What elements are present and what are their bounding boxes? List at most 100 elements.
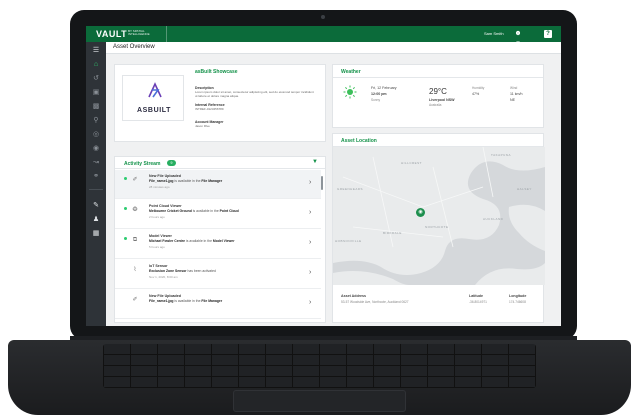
map-label: NORTHCOTE [425, 225, 449, 229]
activity-item-target[interactable]: Point Cloud [220, 209, 239, 213]
activity-item-target[interactable]: File Manager [201, 299, 222, 303]
unread-dot [124, 177, 127, 180]
activity-item-connector: has been activated [186, 269, 216, 273]
unread-dot [124, 207, 127, 210]
activity-item-title: Point Cloud Viewer [149, 204, 182, 208]
asset-title: asBuilt Showcase [195, 69, 238, 75]
activity-item-time: 2 hours ago [149, 215, 165, 219]
chevron-right-icon[interactable]: › [309, 209, 311, 216]
sun-icon [343, 85, 357, 99]
location-title: Asset Location [341, 138, 377, 144]
activity-item[interactable]: ❂ Point Cloud Viewer Melbourne Cricket Gro… [115, 200, 321, 229]
sensor-icon: ⌇ [133, 267, 137, 273]
weather-title: Weather [341, 69, 361, 75]
latitude-label: Latitude [469, 294, 483, 298]
activity-item-connector: is available in the [191, 209, 220, 213]
app-screen: VAULT BY SPATIAL INTELLIGENCE Sam Smith … [86, 26, 561, 326]
latitude-value: -36.8014971 [469, 300, 487, 304]
map-land [333, 147, 545, 285]
sidebar: ☰ ⌂ ↺ ▣ ▩ ⚲ ◎ ◉ ↝ ⚭ ✎ ♟ ▦ [86, 42, 106, 326]
map-label: BIRKDALE [383, 231, 402, 235]
divider [166, 26, 167, 42]
activity-item-title: New File Uploaded [149, 294, 181, 298]
map-pin-icon[interactable]: ◉ [416, 208, 425, 217]
paperclip-icon: ✐ [132, 177, 138, 183]
activity-item[interactable]: ✐ New File Uploaded File_name1.jpg is avai… [115, 170, 321, 199]
sidebar-divider [89, 189, 103, 190]
chevron-right-icon[interactable]: › [309, 299, 311, 306]
sensor-icon[interactable]: ↝ [86, 157, 106, 169]
user-name[interactable]: Sam Smith [484, 31, 504, 36]
webcam [321, 15, 325, 19]
activity-item-message: Michael Fowler Centre is available in th… [149, 239, 235, 243]
activity-item-target[interactable]: Model Viewer [213, 239, 235, 243]
asbuilt-mark-icon [148, 82, 162, 98]
laptop-base [8, 340, 631, 415]
weather-country: Australia [429, 103, 442, 107]
activity-stream-card: Activity Stream 9 ▼ ✐ New File Uploaded Fi… [114, 156, 326, 323]
weather-date: Fri, 12 February [371, 86, 397, 90]
activity-item-message: File_name1.jpg is available in the File … [149, 179, 222, 183]
camera-icon[interactable]: ▩ [86, 101, 106, 113]
edit-icon[interactable]: ✎ [86, 200, 106, 212]
activity-item-title: IoT Sensor [149, 264, 168, 268]
divider [333, 77, 543, 78]
chevron-right-icon[interactable]: › [309, 179, 311, 186]
activity-item[interactable]: ⌇ IoT Sensor Exclusion Zone Sensor has bee… [115, 260, 321, 289]
description-text: Lorem ipsum dolor sit amet, consectetur … [195, 90, 314, 98]
chevron-right-icon[interactable]: › [309, 269, 311, 276]
chevron-right-icon[interactable]: › [309, 239, 311, 246]
longitude-label: Longitude [509, 294, 527, 298]
activity-item[interactable]: ⧉ Model Viewer Michael Fowler Centre is av… [115, 230, 321, 259]
grid-icon[interactable]: ▦ [86, 228, 106, 240]
activity-item-title: Model Viewer [149, 234, 172, 238]
activity-item-message: Melbourne Cricket Ground is available in… [149, 209, 239, 213]
activity-item-connector: is available in the [185, 239, 213, 243]
activity-item[interactable]: ✐ New File Uploaded File_name1.jpg is avai… [115, 290, 321, 319]
map-label: HILLCREST [401, 161, 423, 165]
user-icon[interactable]: ♟ [86, 214, 106, 226]
activity-title: Activity Stream [124, 161, 161, 167]
asbuilt-wordmark: ASBUILT [136, 107, 171, 114]
activity-scrollbar[interactable] [321, 176, 323, 190]
home-icon[interactable]: ⌂ [86, 59, 106, 71]
wind-direction: NE [510, 98, 515, 102]
activity-icon[interactable]: ↺ [86, 73, 106, 85]
top-bar: VAULT BY SPATIAL INTELLIGENCE Sam Smith … [86, 26, 561, 47]
document-icon[interactable]: ⚭ [86, 171, 106, 183]
address-label: Asset Address [341, 294, 367, 298]
weather-card: Weather Fri, 12 February 12:00 pm Sunny … [332, 64, 544, 128]
point-cloud-icon: ❂ [132, 207, 138, 213]
map-label: HALSEY [517, 187, 532, 191]
humidity-label: Humidity [472, 86, 485, 90]
activity-item-target[interactable]: File Manager [201, 179, 222, 183]
weather-temperature: 29°C [429, 87, 447, 96]
compass-icon[interactable]: ◉ [86, 143, 106, 155]
unread-dot [124, 237, 127, 240]
touchpad [233, 390, 406, 412]
humidity-value: 47% [472, 92, 480, 96]
activity-item-time: 5 hours ago [149, 245, 165, 249]
gallery-icon[interactable]: ▣ [86, 87, 106, 99]
internal-ref-value: INTREF-0123456789 [195, 107, 224, 111]
map[interactable]: HILLCREST TAKAPUNA GREENHEADS NORTHCOTE … [333, 147, 545, 285]
map-label: TAKAPUNA [491, 153, 511, 157]
laptop-mockup: VAULT BY SPATIAL INTELLIGENCE Sam Smith … [0, 0, 639, 415]
activity-item-subject: File_name1.jpg [149, 179, 174, 183]
filter-icon[interactable]: ▼ [312, 159, 318, 165]
location-icon[interactable]: ⚲ [86, 115, 106, 127]
asset-info-card: ASBUILT asBuilt Showcase Description Lor… [114, 64, 326, 142]
user-menu-icon[interactable]: ☻▾ [513, 29, 523, 47]
wind-speed: 11 km/h [510, 92, 523, 96]
asbuilt-logo: ASBUILT [122, 75, 184, 121]
menu-icon[interactable]: ☰ [86, 45, 106, 57]
activity-item-time: Nov 1, 2020, 8:00 am [149, 275, 178, 279]
map-label: HOBSONVILLE [335, 239, 362, 243]
map-label: GREENHEADS [337, 187, 364, 191]
weather-location: Liverpool NSW [429, 98, 455, 102]
help-button[interactable]: ? [544, 30, 552, 38]
vault-logo[interactable]: VAULT [96, 29, 127, 39]
asset-location-card: Asset Location HILLCREST TAKAPUNA GREENH… [332, 133, 545, 323]
activity-item-subject: Melbourne Cricket Ground [149, 209, 192, 213]
asset-icon[interactable]: ◎ [86, 129, 106, 141]
